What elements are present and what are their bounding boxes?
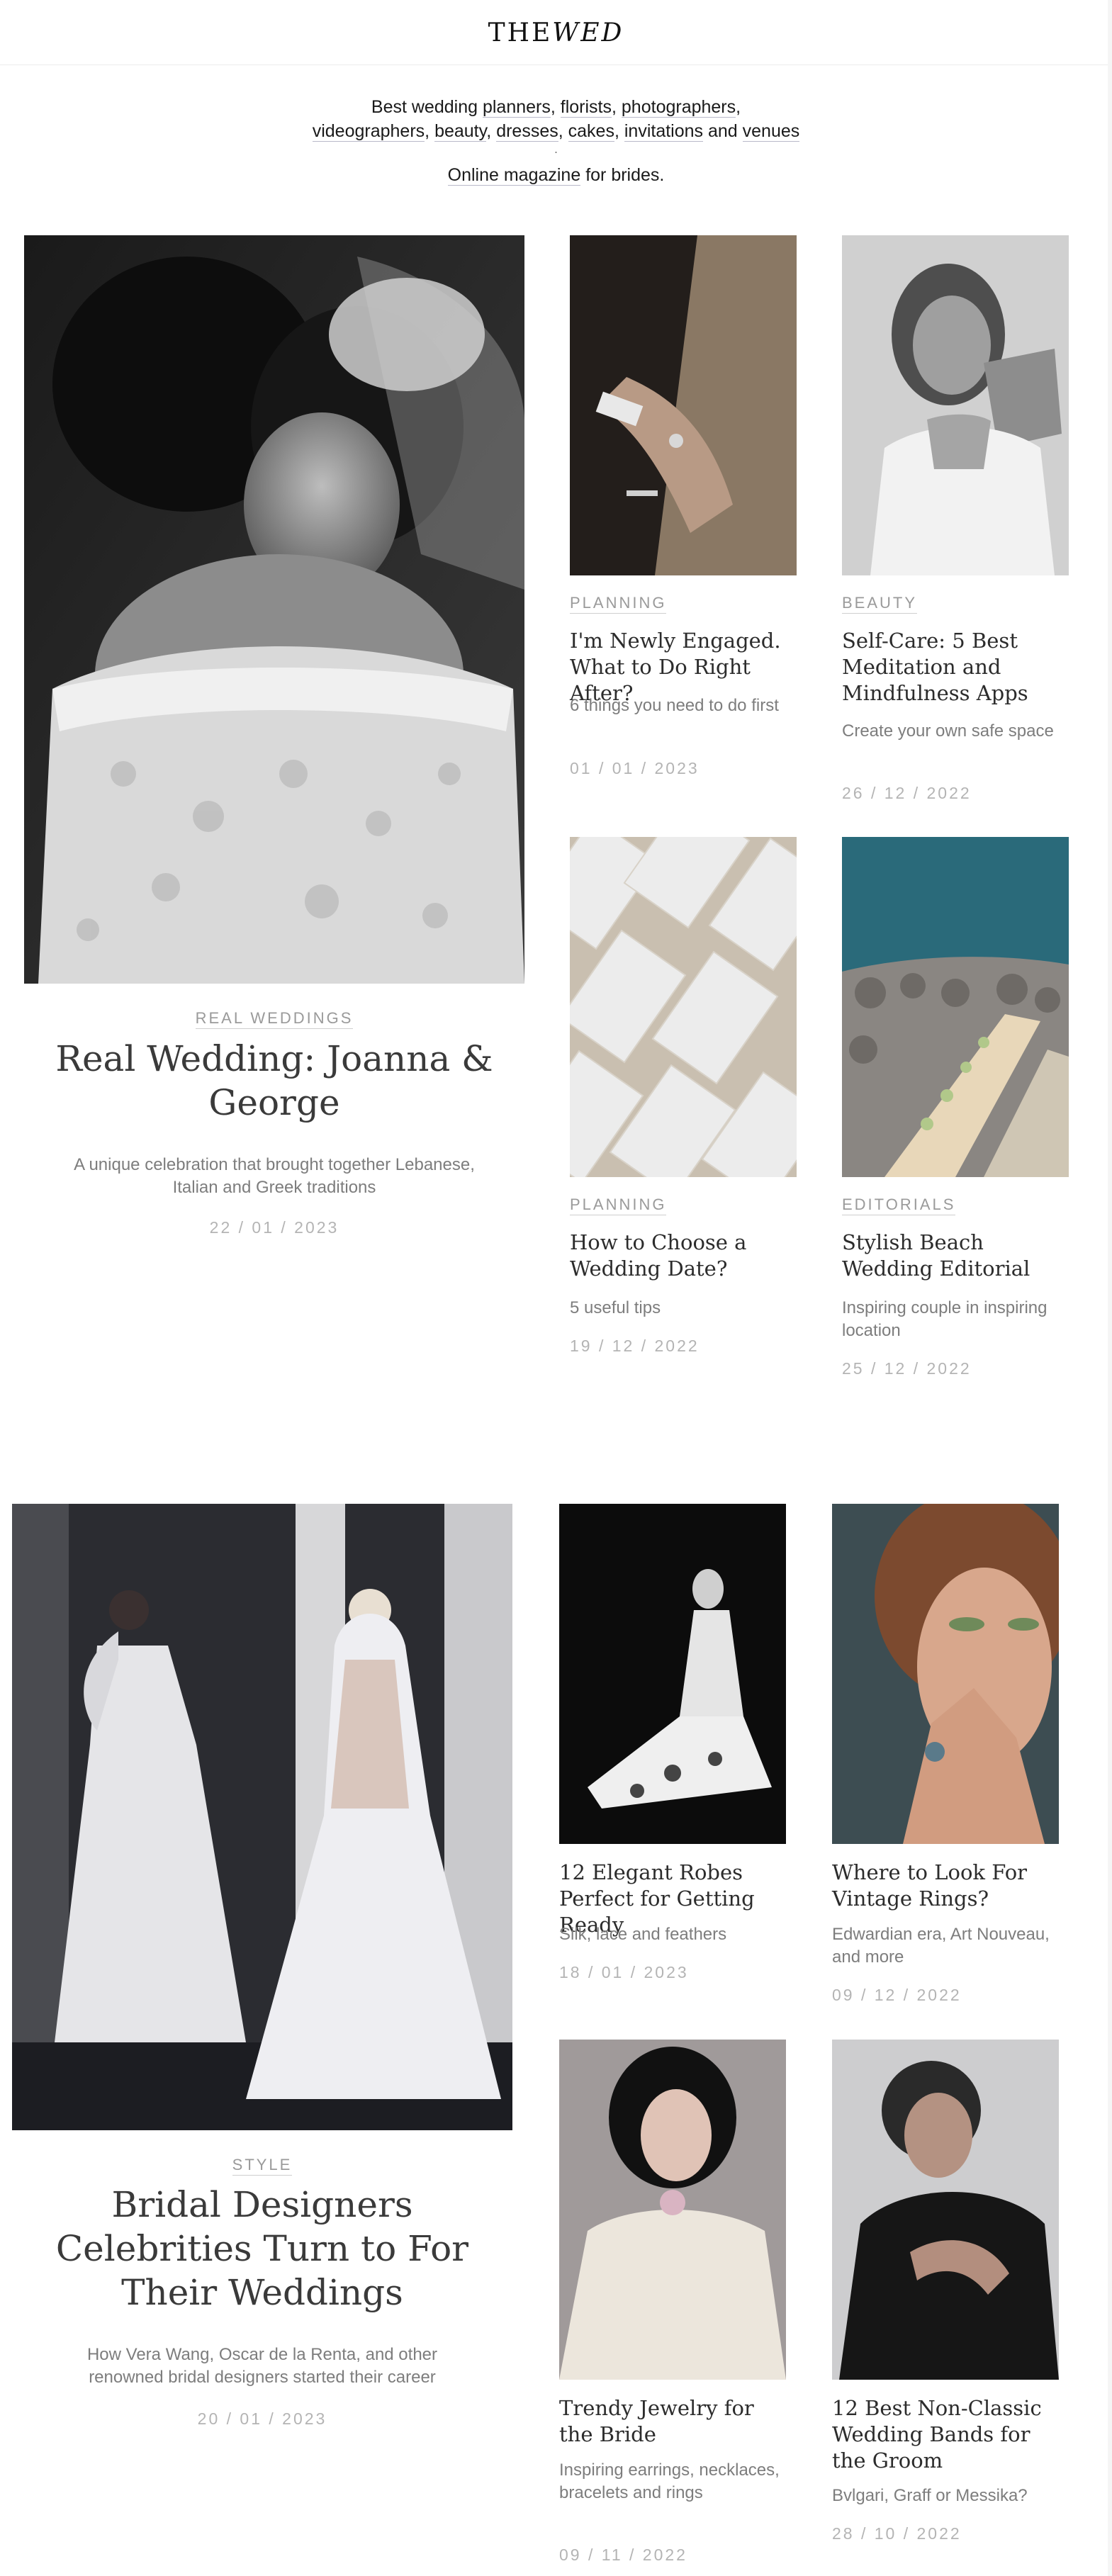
card3-date: 19 / 12 / 2022: [570, 1337, 700, 1355]
link-videographers[interactable]: videographers: [312, 121, 425, 142]
card4-category-label: EDITORIALS: [842, 1196, 956, 1215]
card1-date: 01 / 01 / 2023: [570, 759, 700, 777]
woman-with-ring-photo: [832, 1504, 1059, 1844]
intro-line-3: Online magazine for brides.: [0, 163, 1112, 187]
logo-the: THE: [488, 18, 553, 47]
save-the-date-cards-photo: [570, 837, 797, 1177]
card6-subtitle: Edwardian era, Art Nouveau, and more: [832, 1925, 1050, 1967]
card4-category[interactable]: EDITORIALS: [842, 1196, 956, 1215]
link-planners[interactable]: planners: [482, 97, 551, 118]
feature2-subtitle: How Vera Wang, Oscar de la Renta, and ot…: [86, 2345, 438, 2387]
card-photo-wedding-bands[interactable]: [832, 2040, 1059, 2380]
card1-subtitle: 6 things you need to do first: [570, 696, 779, 715]
site-header: THE WED: [0, 0, 1112, 65]
feature-date: 22 / 01 / 2023: [209, 1218, 339, 1237]
bride-jewelry-photo: [559, 2040, 786, 2380]
card1-category-label: PLANNING: [570, 594, 667, 614]
card-photo-engagement[interactable]: [570, 235, 797, 575]
card1-category[interactable]: PLANNING: [570, 594, 667, 614]
woman-portrait-photo: [842, 235, 1069, 575]
feature2-date: 20 / 01 / 2023: [197, 2409, 327, 2428]
robe-photo: [559, 1504, 786, 1844]
card8-date: 28 / 10 / 2022: [832, 2524, 962, 2543]
card5-date: 18 / 01 / 2023: [559, 1963, 689, 1981]
link-dresses[interactable]: dresses: [496, 121, 558, 142]
link-invitations[interactable]: invitations: [624, 121, 704, 142]
card8-title[interactable]: 12 Best Non-Classic Wedding Bands for th…: [832, 2395, 1059, 2474]
card-photo-selfcare[interactable]: [842, 235, 1069, 575]
feature-title[interactable]: Real Wedding: Joanna & George: [52, 1037, 496, 1125]
card7-subtitle: Inspiring earrings, necklaces, bracelets…: [559, 2460, 780, 2502]
card3-title[interactable]: How to Choose a Wedding Date?: [570, 1230, 797, 1282]
card-photo-jewelry[interactable]: [559, 2040, 786, 2380]
intro-line-2: videographers, beauty, dresses, cakes, i…: [312, 121, 800, 142]
groom-portrait-photo: [832, 2040, 1059, 2380]
feature-photo-wedding[interactable]: [24, 235, 524, 984]
card5-subtitle: Silk, lace and feathers: [559, 1925, 727, 1944]
feature2-category-label: STYLE: [232, 2156, 293, 2176]
card2-category-label: BEAUTY: [842, 594, 918, 614]
card3-category[interactable]: PLANNING: [570, 1196, 667, 1215]
scrollbar-track[interactable]: [1108, 0, 1112, 2576]
card-photo-wedding-date[interactable]: [570, 837, 797, 1177]
link-photographers[interactable]: photographers: [621, 97, 736, 118]
card6-title[interactable]: Where to Look For Vintage Rings?: [832, 1860, 1059, 1912]
bridal-gowns-photo: [12, 1504, 512, 2130]
card2-subtitle: Create your own safe space: [842, 721, 1054, 741]
beach-wedding-photo: [842, 837, 1069, 1177]
feature-subtitle: A unique celebration that brought togeth…: [74, 1155, 475, 1197]
card4-subtitle: Inspiring couple in inspiring location: [842, 1298, 1048, 1340]
intro-dot: .: [554, 142, 558, 156]
link-venues[interactable]: venues: [742, 121, 800, 142]
intro-and: and: [707, 121, 738, 141]
link-beauty[interactable]: beauty: [434, 121, 487, 142]
card-photo-robes[interactable]: [559, 1504, 786, 1844]
intro-prefix: Best wedding: [371, 97, 483, 117]
feature-category[interactable]: REAL WEDDINGS: [24, 1009, 524, 1029]
card2-title[interactable]: Self-Care: 5 Best Meditation and Mindful…: [842, 628, 1069, 707]
bride-groom-photo: [24, 235, 524, 984]
card3-category-label: PLANNING: [570, 1196, 667, 1215]
card7-title[interactable]: Trendy Jewelry for the Bride: [559, 2395, 786, 2448]
card-photo-beach[interactable]: [842, 837, 1069, 1177]
feature-photo-designers[interactable]: [12, 1504, 512, 2130]
feature-category-label: REAL WEDDINGS: [195, 1009, 354, 1029]
intro-line-1: Best wedding planners, florists, photogr…: [371, 97, 741, 118]
feature2-category[interactable]: STYLE: [12, 2156, 512, 2176]
card4-date: 25 / 12 / 2022: [842, 1359, 972, 1378]
link-cakes[interactable]: cakes: [568, 121, 614, 142]
link-florists[interactable]: florists: [560, 97, 612, 118]
feature2-title[interactable]: Bridal Designers Celebrities Turn to For…: [26, 2183, 498, 2315]
intro-magazine-suffix: for brides.: [580, 165, 665, 185]
engagement-ring-photo: [570, 235, 797, 575]
card2-category[interactable]: BEAUTY: [842, 594, 918, 614]
card2-date: 26 / 12 / 2022: [842, 784, 972, 802]
intro-text: Best wedding planners, florists, photogr…: [0, 95, 1112, 187]
link-online-magazine[interactable]: Online magazine: [447, 165, 581, 186]
card-photo-vintage-rings[interactable]: [832, 1504, 1059, 1844]
card3-subtitle: 5 useful tips: [570, 1298, 661, 1317]
card6-date: 09 / 12 / 2022: [832, 1986, 962, 2004]
site-logo[interactable]: THE WED: [0, 0, 1112, 65]
card7-date: 09 / 11 / 2022: [559, 2546, 687, 2564]
logo-wed: WED: [552, 18, 624, 47]
card4-title[interactable]: Stylish Beach Wedding Editorial: [842, 1230, 1069, 1282]
card8-subtitle: Bvlgari, Graff or Messika?: [832, 2486, 1028, 2505]
